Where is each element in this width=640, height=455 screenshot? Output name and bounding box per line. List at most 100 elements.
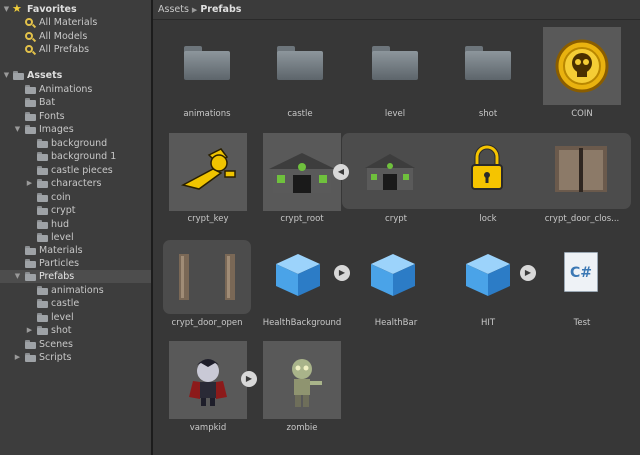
asset-label-crypt-door-closed[interactable]: crypt_door_clos... [528, 213, 636, 225]
asset-label-animations[interactable]: animations [153, 108, 261, 120]
collapse-arrow-icon[interactable]: ▼ [2, 3, 11, 16]
folder-icon[interactable] [277, 46, 323, 80]
tree-item-crypt[interactable]: crypt [0, 204, 151, 217]
tree-item-background[interactable]: background [0, 137, 151, 150]
collapse-arrow-icon[interactable]: ▼ [2, 69, 11, 82]
folder-icon[interactable] [465, 46, 511, 80]
asset-label-health-background[interactable]: HealthBackground [248, 317, 356, 329]
expand-arrow-icon[interactable]: ▶ [334, 265, 350, 281]
tree-item-label: Fonts [39, 111, 65, 122]
tree-item-hud[interactable]: hud [0, 218, 151, 231]
collapse-arrow-icon[interactable]: ▼ [13, 123, 22, 136]
tree-item-background-1[interactable]: background 1 [0, 150, 151, 163]
key-icon [180, 148, 236, 190]
asset-label-crypt-key[interactable]: crypt_key [154, 213, 262, 225]
assets-label: Assets [27, 70, 63, 81]
tree-item-label: castle pieces [51, 165, 113, 176]
folder-icon [37, 206, 48, 215]
folder-icon [25, 125, 36, 134]
favorite-item-all-prefabs[interactable]: All Prefabs [0, 43, 151, 56]
folder-icon [37, 313, 48, 322]
crypt-building-icon [269, 153, 335, 193]
tree-item-prefabs-animations[interactable]: animations [0, 284, 151, 297]
prefab-cube-icon[interactable] [274, 252, 322, 298]
folder-icon [25, 259, 36, 268]
tree-item-scenes[interactable]: Scenes [0, 338, 151, 351]
expand-arrow-icon[interactable]: ▶ [13, 351, 22, 364]
tree-item-bat[interactable]: Bat [0, 96, 151, 109]
breadcrumb: Assets ▶ Prefabs [153, 0, 640, 20]
tree-item-level[interactable]: level [0, 231, 151, 244]
tree-item-particles[interactable]: Particles [0, 257, 151, 270]
csharp-label: C# [569, 265, 592, 281]
asset-label-test[interactable]: Test [528, 317, 636, 329]
crypt-key-thumbnail[interactable] [169, 133, 247, 211]
favorite-item-all-materials[interactable]: All Materials [0, 16, 151, 29]
breadcrumb-current[interactable]: Prefabs [200, 4, 241, 15]
tree-item-label: Bat [39, 97, 56, 108]
tree-item-castle[interactable]: castle [0, 297, 151, 310]
asset-label-hit[interactable]: HIT [434, 317, 542, 329]
crypt-door-icon [555, 146, 607, 192]
tree-item-label: Prefabs [39, 271, 75, 282]
folder-icon [25, 272, 36, 281]
asset-label-castle[interactable]: castle [246, 108, 354, 120]
collapse-arrow-icon[interactable]: ◀ [333, 164, 349, 180]
expand-arrow-icon[interactable]: ▶ [241, 371, 257, 387]
expand-arrow-icon[interactable]: ▶ [25, 177, 34, 190]
folder-icon[interactable] [184, 46, 230, 80]
tree-item-materials[interactable]: Materials [0, 244, 151, 257]
favorites-header[interactable]: ▼ ★ Favorites [0, 3, 151, 16]
favorite-label: All Materials [39, 17, 98, 28]
search-icon [25, 45, 33, 53]
tree-item-label: background [51, 138, 108, 149]
favorites-label: Favorites [27, 4, 77, 15]
folder-icon [37, 166, 48, 175]
asset-label-level[interactable]: level [341, 108, 449, 120]
tree-item-prefabs-level[interactable]: level [0, 311, 151, 324]
vampkid-thumbnail[interactable] [169, 341, 247, 419]
tree-item-coin[interactable]: coin [0, 191, 151, 204]
folder-icon [37, 286, 48, 295]
favorite-label: All Models [39, 31, 88, 42]
folder-icon [37, 299, 48, 308]
expand-arrow-icon[interactable]: ▶ [25, 324, 34, 337]
asset-label-crypt-root[interactable]: crypt_root [248, 213, 356, 225]
expand-arrow-icon[interactable]: ▶ [520, 265, 536, 281]
vampire-character-icon [189, 359, 227, 406]
breadcrumb-root[interactable]: Assets [158, 4, 189, 15]
tree-item-images[interactable]: ▼ Images [0, 123, 151, 136]
asset-label-shot[interactable]: shot [434, 108, 542, 120]
folder-icon [37, 220, 48, 229]
folder-icon[interactable] [372, 46, 418, 80]
asset-label-coin[interactable]: COIN [528, 108, 636, 120]
tree-item-castle-pieces[interactable]: castle pieces [0, 164, 151, 177]
asset-label-crypt-door-open[interactable]: crypt_door_open [153, 317, 261, 329]
collapse-arrow-icon[interactable]: ▼ [13, 270, 22, 283]
tree-item-label: shot [51, 325, 72, 336]
asset-label-lock[interactable]: lock [434, 213, 542, 225]
crypt-root-thumbnail[interactable] [263, 133, 341, 211]
favorite-item-all-models[interactable]: All Models [0, 30, 151, 43]
csharp-script-icon[interactable]: C# [564, 252, 598, 292]
tree-item-prefabs[interactable]: ▼ Prefabs [0, 270, 151, 283]
zombie-thumbnail[interactable] [263, 341, 341, 419]
tree-item-label: hud [51, 219, 70, 230]
prefab-cube-icon[interactable] [464, 252, 512, 298]
tree-item-characters[interactable]: ▶ characters [0, 177, 151, 190]
assets-header[interactable]: ▼ Assets [0, 69, 151, 82]
tree-item-shot[interactable]: ▶ shot [0, 324, 151, 337]
tree-item-label: animations [51, 285, 104, 296]
folder-icon [37, 233, 48, 242]
asset-label-vampkid[interactable]: vampkid [154, 422, 262, 434]
tree-item-scripts[interactable]: ▶ Scripts [0, 351, 151, 364]
coin-thumbnail[interactable] [543, 27, 621, 105]
tree-item-animations[interactable]: Animations [0, 83, 151, 96]
lock-icon [471, 144, 503, 190]
asset-label-zombie[interactable]: zombie [248, 422, 356, 434]
search-icon [25, 18, 33, 26]
prefab-cube-icon[interactable] [369, 252, 417, 298]
tree-item-fonts[interactable]: Fonts [0, 110, 151, 123]
favorite-label: All Prefabs [39, 44, 90, 55]
crypt-door-open-icon [179, 254, 235, 300]
